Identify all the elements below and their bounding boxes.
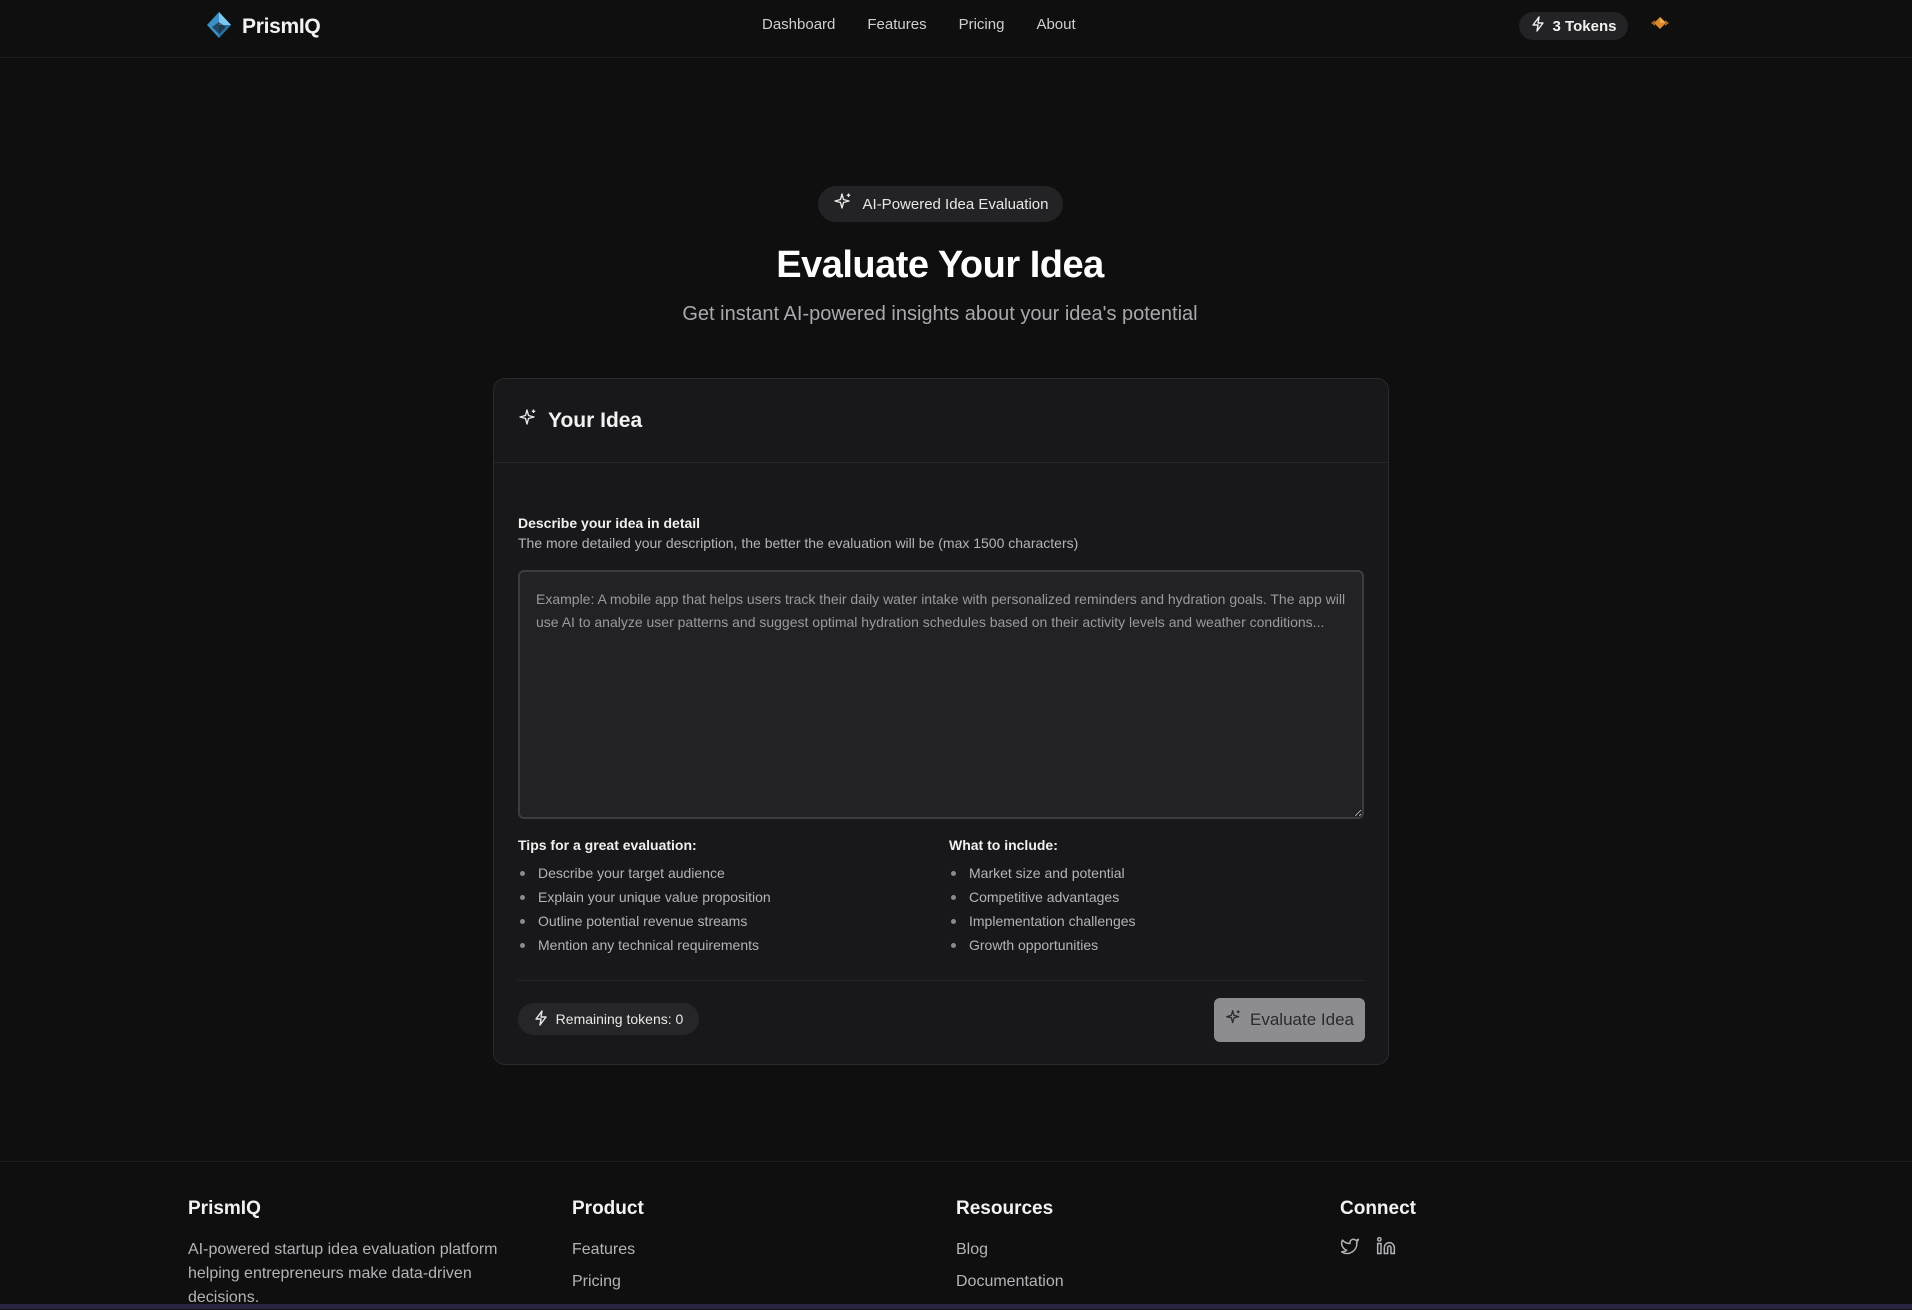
card-title: Your Idea	[548, 408, 643, 432]
include-section: What to include: Market size and potenti…	[949, 837, 1359, 958]
footer-brand: PrismIQ	[188, 1198, 261, 1219]
footer-resources-heading: Resources	[956, 1198, 1054, 1219]
tips-section: Tips for a great evaluation: Describe yo…	[518, 837, 928, 958]
nav-link-about[interactable]: About	[1036, 16, 1075, 33]
idea-card: Your Idea Describe your idea in detail T…	[493, 378, 1389, 1065]
list-item: Explain your unique value proposition	[518, 886, 928, 910]
theme-toggle-button[interactable]	[1648, 13, 1672, 37]
site-footer: PrismIQ AI-powered startup idea evaluati…	[0, 1161, 1912, 1309]
linkedin-icon[interactable]	[1376, 1236, 1396, 1256]
list-item: Growth opportunities	[949, 934, 1359, 958]
lightning-icon	[1531, 16, 1545, 36]
lightning-icon	[534, 1009, 548, 1029]
page-title: Evaluate Your Idea	[776, 244, 1104, 286]
list-item: Implementation challenges	[949, 910, 1359, 934]
list-item: Market size and potential	[949, 862, 1359, 886]
prism-logo-icon	[206, 11, 232, 44]
hero-badge-label: AI-Powered Idea Evaluation	[862, 195, 1049, 213]
evaluate-idea-button[interactable]: Evaluate Idea	[1214, 998, 1365, 1042]
footer-product-column: Product Features Pricing	[572, 1198, 912, 1302]
sparkles-icon	[518, 408, 538, 433]
list-item: Outline potential revenue streams	[518, 910, 928, 934]
token-balance-label: 3 Tokens	[1552, 17, 1617, 35]
list-item: Competitive advantages	[949, 886, 1359, 910]
footer-resources-column: Resources Blog Documentation	[956, 1198, 1296, 1302]
brand-name: PrismIQ	[242, 15, 321, 38]
sparkles-icon	[1225, 1009, 1242, 1031]
footer-connect-heading: Connect	[1340, 1198, 1416, 1219]
twitter-icon[interactable]	[1340, 1236, 1360, 1256]
include-heading: What to include:	[949, 837, 1058, 853]
footer-accent-line	[0, 1304, 1912, 1309]
list-item: Describe your target audience	[518, 862, 928, 886]
main-nav: Dashboard Features Pricing About	[762, 16, 1076, 33]
nav-link-features[interactable]: Features	[867, 16, 926, 33]
idea-field-label: Describe your idea in detail	[518, 515, 701, 531]
footer-product-heading: Product	[572, 1198, 644, 1219]
sun-icon	[1649, 12, 1671, 39]
footer-link-features[interactable]: Features	[572, 1238, 912, 1270]
nav-link-dashboard[interactable]: Dashboard	[762, 16, 835, 33]
remaining-tokens-label: Remaining tokens: 0	[555, 1011, 684, 1027]
footer-link-documentation[interactable]: Documentation	[956, 1270, 1296, 1302]
nav-link-pricing[interactable]: Pricing	[959, 16, 1005, 33]
brand-logo-link[interactable]: PrismIQ	[206, 11, 321, 44]
list-item: Mention any technical requirements	[518, 934, 928, 958]
footer-link-blog[interactable]: Blog	[956, 1238, 1296, 1270]
card-header: Your Idea	[494, 379, 1388, 463]
social-links	[1340, 1236, 1680, 1256]
evaluate-idea-label: Evaluate Idea	[1250, 1010, 1354, 1029]
idea-field-help: The more detailed your description, the …	[518, 535, 1079, 551]
tips-list: Describe your target audience Explain yo…	[518, 862, 928, 958]
page-subtitle: Get instant AI-powered insights about yo…	[682, 303, 1198, 325]
idea-description-textarea[interactable]	[518, 570, 1364, 819]
remaining-tokens-badge: Remaining tokens: 0	[518, 1003, 699, 1035]
footer-description: AI-powered startup idea evaluation platf…	[188, 1241, 498, 1306]
tips-heading: Tips for a great evaluation:	[518, 837, 697, 853]
footer-connect-column: Connect	[1340, 1198, 1680, 1256]
sparkles-icon	[833, 192, 853, 216]
hero-badge: AI-Powered Idea Evaluation	[818, 186, 1063, 222]
footer-brand-column: PrismIQ AI-powered startup idea evaluati…	[188, 1198, 528, 1310]
top-navbar: PrismIQ Dashboard Features Pricing About…	[0, 0, 1912, 58]
token-balance-button[interactable]: 3 Tokens	[1519, 12, 1628, 40]
include-list: Market size and potential Competitive ad…	[949, 862, 1359, 958]
footer-link-pricing[interactable]: Pricing	[572, 1270, 912, 1302]
card-divider	[518, 980, 1364, 981]
